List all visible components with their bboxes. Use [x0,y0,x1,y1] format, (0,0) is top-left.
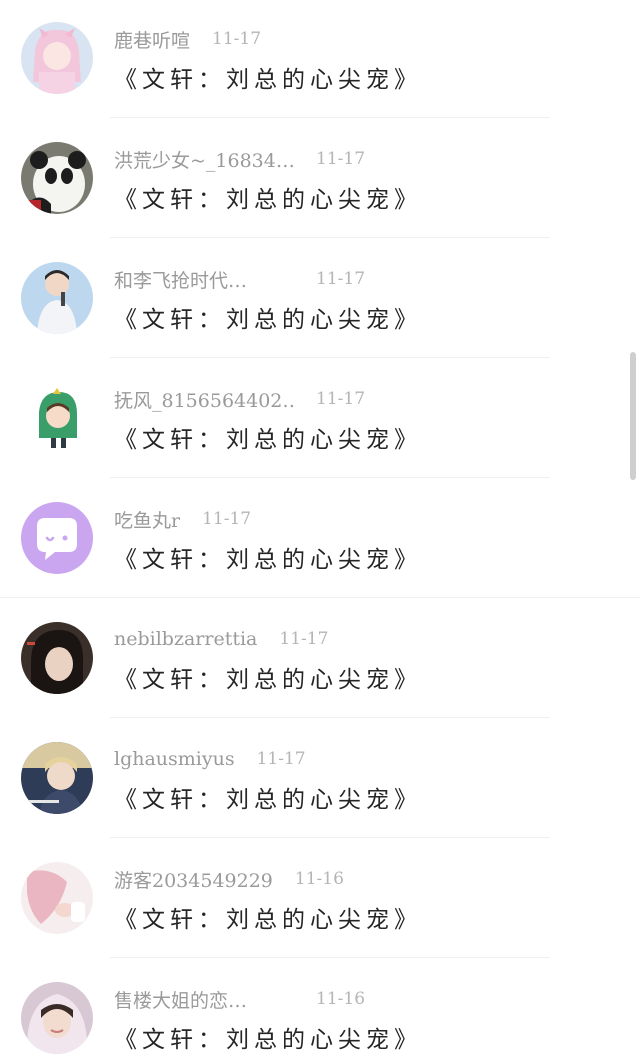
comment-item[interactable]: nebilbzarrettia 11-17 《文轩：刘总的心尖宠》 [0,598,640,718]
pink-hair-avatar[interactable] [21,862,93,934]
comment-meta: 游客2034549229 11-16 [114,866,344,892]
comment-date: 11-17 [316,389,366,409]
comment-meta: nebilbzarrettia 11-17 [114,626,328,652]
comment-item[interactable]: 抚风_8156564402… 11-17 《文轩：刘总的心尖宠》 [0,358,640,478]
comment-item[interactable]: 鹿巷听喧 11-17 《文轩：刘总的心尖宠》 [0,0,640,118]
username[interactable]: 洪荒少女~_16834… [114,146,294,173]
comment-meta: 吃鱼丸r 11-17 [114,506,251,532]
username[interactable]: lghausmiyus [114,748,235,770]
comment-date: 11-17 [202,509,252,529]
boy-portrait-avatar[interactable] [21,742,93,814]
comment-item[interactable]: 吃鱼丸r 11-17 《文轩：刘总的心尖宠》 [0,478,640,598]
comment-item[interactable]: 游客2034549229 11-16 《文轩：刘总的心尖宠》 [0,838,640,958]
comment-text: 《文轩：刘总的心尖宠》 [114,907,422,933]
username[interactable]: 鹿巷听喧 [114,26,190,53]
dinosaur-costume-avatar[interactable] [21,382,93,454]
comment-meta: lghausmiyus 11-17 [114,746,306,772]
comment-date: 11-17 [316,269,366,289]
comment-item[interactable]: lghausmiyus 11-17 《文轩：刘总的心尖宠》 [0,718,640,838]
comment-meta: 鹿巷听喧 11-17 [114,26,261,52]
singer-avatar[interactable] [21,262,93,334]
anime-girl-avatar[interactable] [21,22,93,94]
username[interactable]: 售楼大姐的恋… [114,986,294,1013]
comment-item[interactable]: 和李飞抢时代… 11-17 《文轩：刘总的心尖宠》 [0,238,640,358]
comment-date: 11-17 [212,29,262,49]
comment-meta: 售楼大姐的恋… 11-16 [114,986,365,1012]
chat-bubble-avatar[interactable] [21,502,93,574]
comment-text: 《文轩：刘总的心尖宠》 [114,667,422,693]
comment-list: 鹿巷听喧 11-17 《文轩：刘总的心尖宠》 洪荒少女~_16834… 11-1… [0,0,640,1060]
username[interactable]: nebilbzarrettia [114,628,257,650]
username[interactable]: 抚风_8156564402… [114,386,294,413]
comment-meta: 抚风_8156564402… 11-17 [114,386,365,412]
comment-text: 《文轩：刘总的心尖宠》 [114,787,422,813]
child-portrait-avatar[interactable] [21,622,93,694]
username[interactable]: 和李飞抢时代… [114,266,294,293]
comment-date: 11-17 [316,149,366,169]
comment-meta: 和李飞抢时代… 11-17 [114,266,365,292]
comment-text: 《文轩：刘总的心尖宠》 [114,187,422,213]
comment-date: 11-16 [294,869,344,889]
comment-date: 11-17 [279,629,329,649]
comment-date: 11-16 [316,989,366,1009]
hooded-girl-avatar[interactable] [21,982,93,1054]
comment-meta: 洪荒少女~_16834… 11-17 [114,146,365,172]
comment-text: 《文轩：刘总的心尖宠》 [114,427,422,453]
scrollbar[interactable] [630,352,636,480]
username[interactable]: 游客2034549229 [114,866,273,893]
comment-date: 11-17 [256,749,306,769]
comment-item[interactable]: 售楼大姐的恋… 11-16 《文轩：刘总的心尖宠》 [0,958,640,1060]
comment-item[interactable]: 洪荒少女~_16834… 11-17 《文轩：刘总的心尖宠》 [0,118,640,238]
username[interactable]: 吃鱼丸r [114,506,180,533]
comment-text: 《文轩：刘总的心尖宠》 [114,1027,422,1053]
comment-text: 《文轩：刘总的心尖宠》 [114,547,422,573]
panda-avatar[interactable] [21,142,93,214]
comment-text: 《文轩：刘总的心尖宠》 [114,67,422,93]
comment-text: 《文轩：刘总的心尖宠》 [114,307,422,333]
